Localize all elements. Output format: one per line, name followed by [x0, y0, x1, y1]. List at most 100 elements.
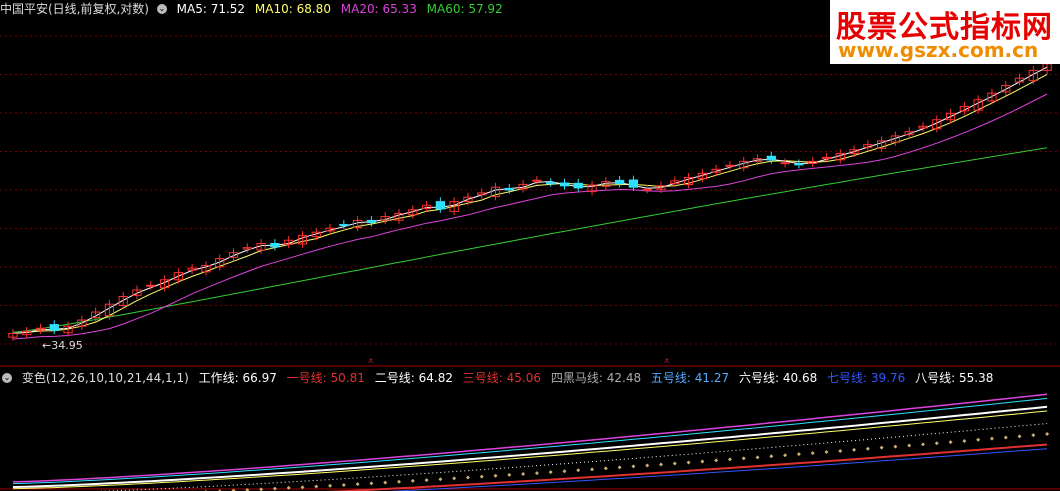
line-6: 六号线: 40.68 — [739, 371, 817, 385]
indicator-diamond — [893, 444, 898, 449]
line-5-value: 41.27 — [694, 371, 730, 385]
line-8-value: 55.38 — [958, 371, 994, 385]
indicator-diamond — [314, 484, 319, 489]
line-7-value: 39.76 — [870, 371, 906, 385]
indicator-diamond — [410, 478, 415, 483]
indicator-diamond — [976, 437, 981, 442]
indicator-diamond — [921, 442, 925, 447]
indicator-diamond — [383, 480, 388, 485]
indicator-diamond — [355, 482, 360, 487]
indicator-diamond — [465, 475, 470, 480]
indicator-diamond — [479, 474, 484, 479]
candle — [559, 182, 570, 187]
indicator-diamond — [824, 450, 829, 455]
line-1-value: 50.81 — [330, 371, 365, 385]
candle — [504, 187, 514, 191]
line-5-label: 五号线: — [650, 371, 691, 385]
line-2: 二号线: 64.82 — [375, 371, 453, 385]
ma20-value: MA20: 65.33 — [340, 2, 417, 16]
indicator-diamond — [631, 464, 636, 469]
candle — [725, 164, 735, 167]
indicator-diamond — [962, 438, 967, 443]
line-8: 八号线: 55.38 — [915, 371, 993, 385]
indicator-diamond — [989, 436, 994, 441]
indicator-diamond — [700, 459, 705, 464]
line-0: 工作线: 66.97 — [199, 371, 277, 385]
indicator-diamond — [548, 470, 553, 475]
candle — [532, 179, 542, 182]
indicator-settings-icon[interactable]: ⌄ — [2, 372, 12, 383]
indicator-diamond — [493, 473, 498, 478]
indicator-diamond — [1045, 432, 1050, 437]
indicator-diamond — [1017, 434, 1022, 439]
line-8-label: 八号线: — [915, 371, 956, 385]
line-6-label: 六号线: — [738, 371, 780, 385]
indicator-diamond — [645, 463, 650, 468]
line-1: 一号线: 50.81 — [287, 371, 365, 385]
candle — [49, 324, 59, 331]
indicator-diamond — [934, 441, 939, 446]
indicator-purple-line — [12, 393, 1048, 483]
line-3-value: 45.06 — [506, 371, 542, 385]
candle — [642, 188, 652, 191]
indicator-diamond — [769, 454, 774, 459]
line-0-value: 66.97 — [242, 371, 277, 385]
line-2-label: 二号线: — [374, 371, 415, 385]
indicator-diamond — [659, 462, 663, 467]
candle — [794, 163, 804, 166]
indicator-diamond — [852, 447, 857, 452]
indicator-diamond — [907, 443, 912, 448]
candle — [366, 219, 377, 224]
stock-title: 中国平安(日线,前复权,对数) — [0, 2, 149, 16]
indicator-diamond — [576, 468, 581, 473]
line-4: 四黑马线: 42.48 — [551, 371, 641, 385]
indicator-diamond — [534, 471, 539, 476]
candlestick-chart: ←34.95 ⩡ ⩡ — [0, 35, 1060, 491]
candle — [270, 243, 280, 248]
ma60-line — [12, 147, 1048, 333]
indicator-diamond — [727, 457, 732, 462]
candle — [435, 201, 446, 210]
settings-circle-icon[interactable]: ⌄ — [156, 3, 167, 14]
indicator-diamond — [424, 478, 429, 483]
candle — [766, 155, 776, 161]
watermark-url: www.gszx.com.cn — [838, 38, 1039, 62]
indicator-diamond — [617, 465, 622, 470]
line-2-value: 64.82 — [418, 371, 453, 385]
indicator-diamond — [590, 467, 595, 472]
line-7: 七号线: 39.76 — [827, 371, 905, 385]
line-4-value: 42.48 — [606, 371, 642, 385]
indicator-diamond — [865, 446, 870, 451]
indicator-diamond — [603, 466, 608, 471]
candle — [628, 179, 639, 188]
line-3: 三号线: 45.06 — [463, 371, 541, 385]
indicator-diamond — [714, 458, 719, 463]
indicator-diamond — [272, 486, 277, 491]
indicator-diamond — [328, 483, 333, 488]
indicator-diamond — [810, 451, 815, 456]
indicator-diamond — [755, 455, 760, 460]
indicator-diamond — [796, 452, 801, 457]
line-7-label: 七号线: — [827, 371, 868, 385]
line-5: 五号线: 41.27 — [651, 371, 729, 385]
candle — [546, 182, 556, 185]
indicator-diamond — [672, 461, 677, 466]
indicator-diamond — [741, 456, 746, 461]
indicator-name: 变色(12,26,10,10,21,44,1,1) — [21, 371, 189, 385]
candle — [573, 182, 583, 189]
indicator-diamond — [438, 477, 443, 482]
ma5-value: MA5: 71.52 — [176, 2, 246, 16]
indicator-diamond — [879, 445, 884, 450]
chart-header: 中国平安(日线,前复权,对数) ⌄ MA5: 71.52 MA10: 68.80… — [0, 0, 509, 18]
indicator-diamond — [686, 460, 691, 465]
indicator-diamond — [259, 487, 264, 491]
indicator-diamond — [452, 476, 457, 481]
candle — [614, 179, 625, 185]
candle — [146, 284, 156, 287]
indicator-diamond — [369, 481, 374, 486]
indicator-diamond — [341, 482, 346, 487]
line-1-label: 一号线: — [286, 371, 327, 385]
signal-marker: ⩡ — [664, 356, 670, 367]
line-6-value: 40.68 — [782, 371, 818, 385]
indicator-work-line — [12, 405, 1048, 488]
